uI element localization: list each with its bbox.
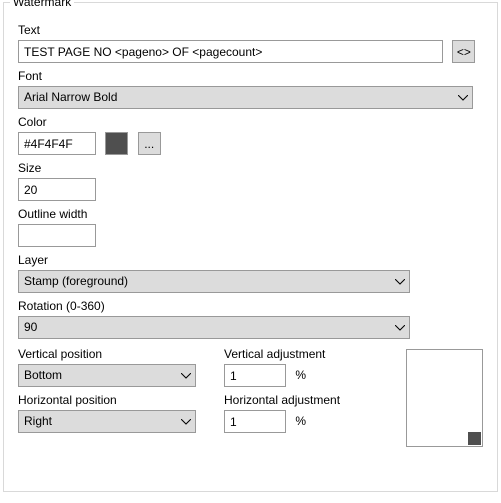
font-label: Font [18, 69, 483, 83]
vertical-position-select[interactable]: Bottom [18, 364, 196, 387]
insert-placeholder-button[interactable]: <> [452, 40, 475, 63]
vertical-position-value: Bottom [24, 365, 175, 386]
horizontal-position-select[interactable]: Right [18, 410, 196, 433]
code-icon: <> [457, 45, 471, 59]
horizontal-position-label: Horizontal position [18, 393, 210, 407]
horizontal-adjustment-label: Horizontal adjustment [224, 393, 374, 407]
horizontal-adjustment-input[interactable] [224, 410, 286, 433]
rotation-value: 90 [24, 317, 389, 338]
text-label: Text [18, 23, 483, 37]
font-value: Arial Narrow Bold [24, 87, 452, 108]
rotation-label: Rotation (0-360) [18, 299, 483, 313]
outline-width-input[interactable] [18, 224, 96, 247]
color-swatch[interactable] [105, 132, 128, 155]
layer-select[interactable]: Stamp (foreground) [18, 270, 410, 293]
outline-width-label: Outline width [18, 207, 483, 221]
vertical-adjustment-input[interactable] [224, 364, 286, 387]
color-picker-button[interactable]: ... [138, 132, 161, 155]
chevron-down-icon [395, 279, 405, 285]
ellipsis-icon: ... [144, 137, 154, 151]
watermark-group: Watermark Text <> Font Arial Narrow Bold… [3, 2, 498, 492]
font-select[interactable]: Arial Narrow Bold [18, 86, 473, 109]
group-title: Watermark [10, 0, 74, 9]
color-label: Color [18, 115, 483, 129]
rotation-select[interactable]: 90 [18, 316, 410, 339]
size-label: Size [18, 161, 483, 175]
chevron-down-icon [181, 373, 191, 379]
chevron-down-icon [181, 419, 191, 425]
vertical-adjustment-label: Vertical adjustment [224, 347, 374, 361]
layer-value: Stamp (foreground) [24, 271, 389, 292]
color-input[interactable] [18, 132, 96, 155]
chevron-down-icon [395, 325, 405, 331]
horizontal-adjustment-unit: % [295, 414, 306, 428]
watermark-preview-marker [468, 432, 481, 445]
text-input[interactable] [18, 40, 443, 63]
chevron-down-icon [458, 95, 468, 101]
vertical-adjustment-unit: % [295, 368, 306, 382]
position-preview [406, 349, 483, 447]
layer-label: Layer [18, 253, 483, 267]
vertical-position-label: Vertical position [18, 347, 210, 361]
size-input[interactable] [18, 178, 96, 201]
horizontal-position-value: Right [24, 411, 175, 432]
